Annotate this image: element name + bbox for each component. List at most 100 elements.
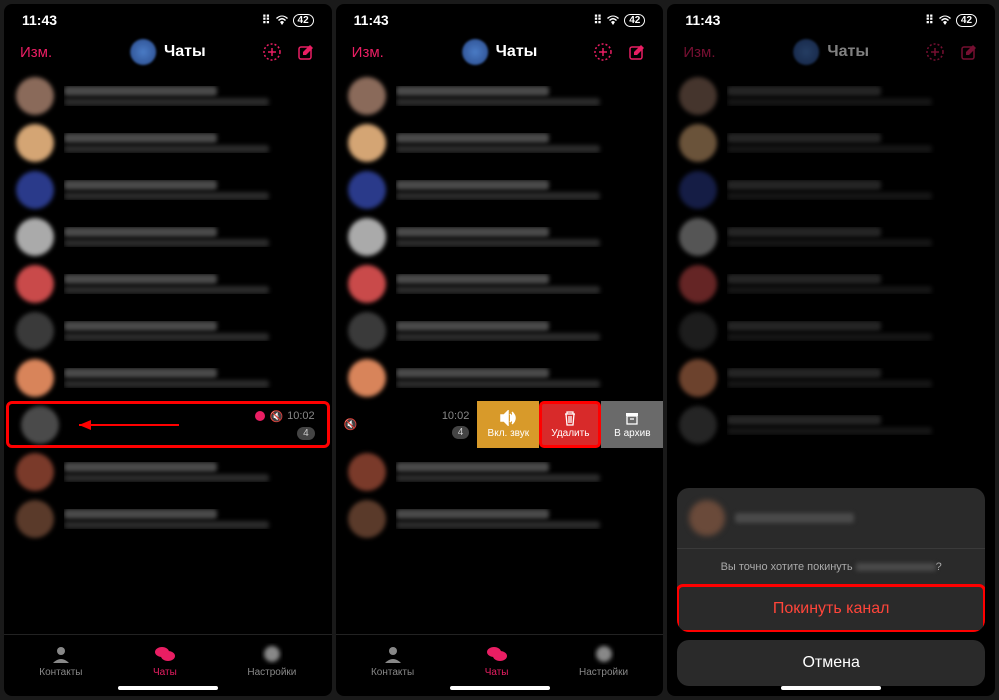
chat-row[interactable]: [336, 260, 664, 307]
chat-row[interactable]: [336, 213, 664, 260]
chat-avatar: [16, 500, 54, 538]
sheet-preview: [677, 488, 985, 548]
swipe-actions-row: 🔇 10:02 4 Вкл. звук Удалить В архив: [336, 401, 664, 448]
status-indicators: ⠿ 42: [925, 13, 977, 27]
chat-row[interactable]: [336, 166, 664, 213]
header: Изм. Чаты: [336, 32, 664, 72]
tab-chats[interactable]: Чаты: [153, 643, 177, 678]
tab-contacts[interactable]: Контакты: [371, 643, 414, 678]
tab-label: Настройки: [579, 667, 628, 678]
signal-icon: ⠿: [262, 13, 271, 27]
chat-list[interactable]: 🔇 10:02 4: [4, 72, 332, 634]
battery-indicator: 42: [293, 14, 314, 27]
edit-button[interactable]: Изм.: [352, 44, 384, 61]
new-chat-icon[interactable]: [593, 42, 613, 62]
swipe-label: Удалить: [551, 428, 589, 439]
chat-row[interactable]: [336, 307, 664, 354]
signal-icon: ⠿: [593, 13, 602, 27]
unread-badge: 4: [297, 427, 315, 440]
tab-bar: Контакты Чаты Настройки: [4, 634, 332, 682]
chat-row[interactable]: [4, 119, 332, 166]
mute-icon: 🔇: [269, 410, 283, 423]
chat-row[interactable]: [4, 166, 332, 213]
status-time: 11:43: [22, 12, 57, 28]
chat-row[interactable]: [336, 448, 664, 495]
chat-meta: 🔇 10:02 4: [255, 410, 314, 440]
contacts-icon: [50, 643, 72, 665]
chat-avatar: [16, 171, 54, 209]
header: Изм. Чаты: [667, 32, 995, 72]
chat-row: [667, 307, 995, 354]
chat-row[interactable]: [336, 354, 664, 401]
chat-time: 10:02: [287, 410, 315, 422]
settings-icon: [261, 643, 283, 665]
chat-row: [667, 72, 995, 119]
edit-button[interactable]: Изм.: [20, 44, 52, 61]
chats-icon: [154, 643, 176, 665]
chat-time: 10:02: [442, 410, 470, 422]
action-sheet: Вы точно хотите покинуть ? Покинуть кана…: [667, 478, 995, 696]
chat-list[interactable]: 🔇 10:02 4 Вкл. звук Удалить В архив: [336, 72, 664, 634]
swipe-label: В архив: [614, 428, 650, 439]
wifi-icon: [938, 15, 952, 25]
chat-row[interactable]: [336, 119, 664, 166]
avatar[interactable]: [130, 39, 156, 65]
chat-row[interactable]: [4, 72, 332, 119]
compose-icon[interactable]: [627, 42, 647, 62]
avatar[interactable]: [793, 39, 819, 65]
swipe-delete-button[interactable]: Удалить: [539, 401, 601, 448]
chat-row[interactable]: [4, 307, 332, 354]
tab-settings[interactable]: Настройки: [247, 643, 296, 678]
status-dot-icon: [255, 411, 265, 421]
home-indicator[interactable]: [450, 686, 550, 690]
chat-avatar: [21, 406, 59, 444]
cancel-button[interactable]: Отмена: [677, 640, 985, 686]
tab-settings[interactable]: Настройки: [579, 643, 628, 678]
chat-avatar: [16, 453, 54, 491]
chat-avatar: [16, 265, 54, 303]
wifi-icon: [275, 15, 289, 25]
swipe-remaining-chat[interactable]: 🔇 10:02 4: [336, 401, 478, 448]
status-time: 11:43: [685, 12, 720, 28]
chat-avatar: [348, 453, 386, 491]
chat-row[interactable]: [4, 495, 332, 542]
trash-icon: [562, 410, 578, 426]
swipe-sound-button[interactable]: Вкл. звук: [477, 401, 539, 448]
status-bar: 11:43 ⠿ 42: [336, 4, 664, 32]
chat-row-highlighted[interactable]: 🔇 10:02 4: [6, 401, 330, 448]
swipe-archive-button[interactable]: В архив: [601, 401, 663, 448]
status-indicators: ⠿ 42: [262, 13, 314, 27]
chat-row[interactable]: [4, 448, 332, 495]
status-indicators: ⠿ 42: [593, 13, 645, 27]
page-title: Чаты: [827, 43, 869, 61]
header-center: Чаты: [793, 39, 869, 65]
compose-icon[interactable]: [959, 42, 979, 62]
header-actions: [925, 42, 979, 62]
chat-row[interactable]: [336, 495, 664, 542]
chat-row: [667, 354, 995, 401]
status-bar: 11:43 ⠿ 42: [667, 4, 995, 32]
chat-avatar: [348, 500, 386, 538]
edit-button[interactable]: Изм.: [683, 44, 715, 61]
tab-label: Чаты: [153, 667, 177, 678]
chat-row[interactable]: [336, 72, 664, 119]
compose-icon[interactable]: [296, 42, 316, 62]
tab-contacts[interactable]: Контакты: [39, 643, 82, 678]
new-chat-icon[interactable]: [262, 42, 282, 62]
home-indicator[interactable]: [118, 686, 218, 690]
header-center: Чаты: [130, 39, 206, 65]
chat-row[interactable]: [4, 213, 332, 260]
new-chat-icon[interactable]: [925, 42, 945, 62]
tab-chats[interactable]: Чаты: [485, 643, 509, 678]
action-sheet-main: Вы точно хотите покинуть ? Покинуть кана…: [677, 488, 985, 632]
header-actions: [593, 42, 647, 62]
chat-row: [667, 401, 995, 448]
chat-row[interactable]: [4, 354, 332, 401]
chat-row: [667, 119, 995, 166]
contacts-icon: [382, 643, 404, 665]
chat-avatar: [348, 124, 386, 162]
chat-avatar: [348, 359, 386, 397]
chat-row[interactable]: [4, 260, 332, 307]
leave-channel-button[interactable]: Покинуть канал: [677, 585, 985, 632]
avatar[interactable]: [462, 39, 488, 65]
